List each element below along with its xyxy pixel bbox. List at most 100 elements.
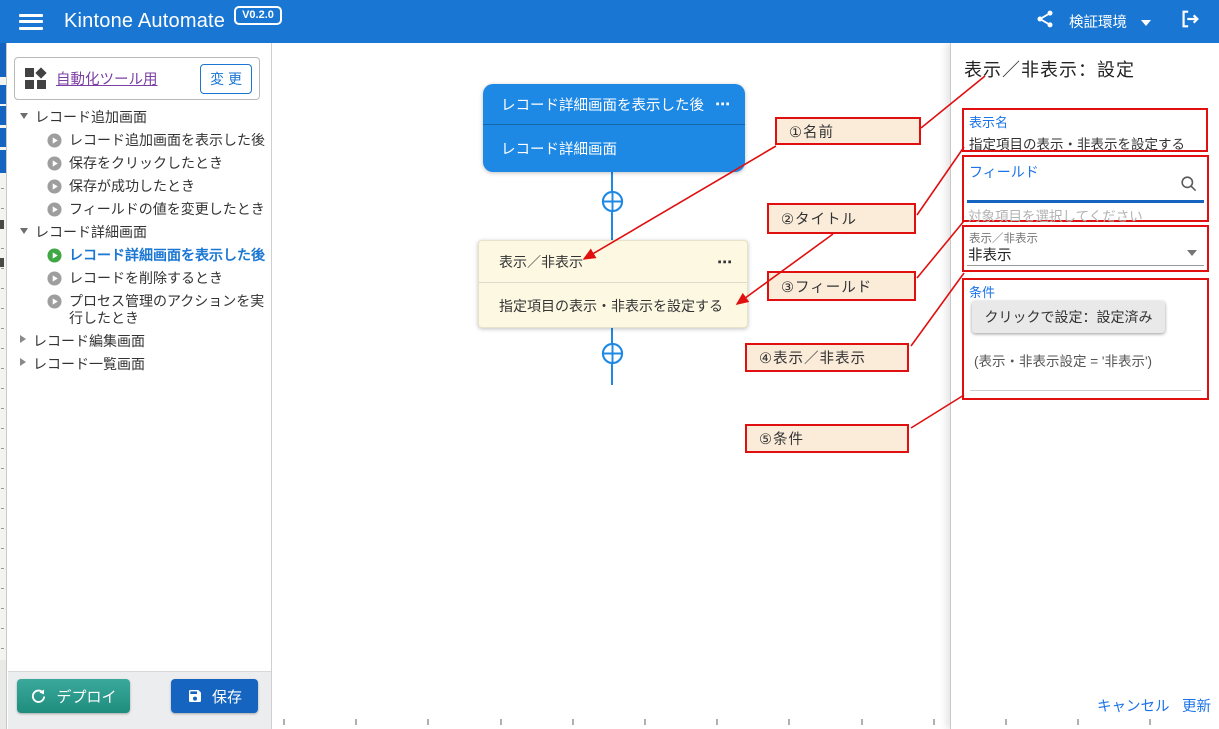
play-circle-icon — [47, 271, 62, 286]
version-badge: V0.2.0 — [234, 6, 282, 25]
triangle-right-icon[interactable] — [20, 335, 26, 343]
condition-summary: (表示・非表示設定 = '非表示') — [974, 350, 1152, 370]
ruler-tick — [644, 719, 646, 725]
more-options-icon[interactable]: ⋯ — [717, 253, 733, 271]
share-icon[interactable] — [1035, 9, 1055, 34]
play-circle-icon — [47, 156, 62, 171]
change-app-button[interactable]: 変 更 — [200, 64, 252, 94]
tree-item-label: プロセス管理のアクションを実行したとき — [69, 293, 266, 327]
tree-event-item[interactable]: フィールドの値を変更したとき — [14, 198, 266, 221]
app-link[interactable]: 自動化ツール用 — [56, 68, 158, 89]
tree-event-item[interactable]: レコード詳細画面を表示した後 — [14, 244, 266, 267]
condition-annotation-box: 条件 クリックで設定：設定済み (表示・非表示設定 = '非表示') — [962, 278, 1209, 400]
action-node-subtitle: 指定項目の表示・非表示を設定する — [479, 283, 747, 329]
save-icon — [187, 688, 203, 704]
tree-event-item[interactable]: 保存が成功したとき — [14, 175, 266, 198]
tree-event-item[interactable]: レコードを削除するとき — [14, 267, 266, 290]
ruler-tick — [427, 719, 429, 725]
ruler-tick — [1149, 719, 1151, 725]
update-link[interactable]: 更新 — [1182, 695, 1211, 716]
visibility-select[interactable]: 非表示 — [968, 244, 1012, 265]
select-underline — [967, 265, 1204, 266]
kintone-automate-window: Kintone Automate V0.2.0 検証環境 自動化ツール用 変 更… — [0, 0, 1219, 729]
add-step-button[interactable] — [601, 342, 624, 365]
tree-item-label: レコード詳細画面を表示した後 — [69, 247, 265, 264]
condition-label: 条件 — [969, 282, 995, 301]
tree-group[interactable]: レコード一覧画面 — [14, 353, 266, 376]
tree-group[interactable]: レコード編集画面 — [14, 330, 266, 353]
tree-item-label: レコードを削除するとき — [69, 270, 223, 287]
ruler-tick — [572, 719, 574, 725]
tree-event-item[interactable]: プロセス管理のアクションを実行したとき — [14, 290, 266, 330]
select-caret-icon[interactable] — [1187, 250, 1197, 256]
ruler-tick — [788, 719, 790, 725]
tree-item-label: レコード詳細画面 — [35, 224, 147, 241]
annotation-box: ①名前 — [775, 117, 921, 145]
tree-group[interactable]: レコード追加画面 — [14, 106, 266, 129]
search-icon[interactable] — [1179, 174, 1198, 198]
triangle-down-icon[interactable] — [20, 113, 28, 119]
ruler-tick — [500, 719, 502, 725]
tree-item-label: レコード追加画面を表示した後 — [69, 132, 265, 149]
top-bar: Kintone Automate V0.2.0 検証環境 — [0, 0, 1219, 43]
visibility-annotation-box: 表示／非表示 非表示 — [962, 225, 1209, 272]
trigger-node-subtitle: レコード詳細画面 — [483, 125, 745, 172]
add-step-button[interactable] — [601, 190, 624, 213]
annotation-box: ②タイトル — [767, 203, 916, 234]
annotation-box: ⑤条件 — [745, 424, 909, 453]
save-button[interactable]: 保存 — [171, 679, 258, 713]
left-edge-minimap — [0, 43, 7, 729]
ruler-tick — [355, 719, 357, 725]
tree-item-label: レコード追加画面 — [35, 109, 147, 126]
more-options-icon[interactable]: ⋯ — [715, 95, 731, 113]
hamburger-menu-icon[interactable] — [19, 14, 43, 30]
tree-item-label: フィールドの値を変更したとき — [69, 201, 265, 218]
field-input[interactable] — [967, 200, 1204, 203]
environment-selector[interactable]: 検証環境 — [1069, 11, 1127, 32]
ruler-tick — [1005, 719, 1007, 725]
settings-panel: 表示／非表示：設定 表示名 指定項目の表示・非表示を設定する フィールド 対象項… — [950, 43, 1219, 729]
deploy-button-label: デプロイ — [56, 686, 116, 707]
tree-group[interactable]: レコード詳細画面 — [14, 221, 266, 244]
tree-event-item[interactable]: レコード追加画面を表示した後 — [14, 129, 266, 152]
app-title: Kintone Automate — [64, 10, 225, 33]
field-placeholder: 対象項目を選択してください — [968, 205, 1143, 225]
annotation-box: ③フィールド — [767, 271, 916, 301]
cancel-link[interactable]: キャンセル — [1097, 695, 1170, 716]
save-button-label: 保存 — [212, 686, 242, 707]
app-icon — [25, 68, 47, 90]
ruler-tick — [861, 719, 863, 725]
trigger-node[interactable]: レコード詳細画面を表示した後 ⋯ レコード詳細画面 — [483, 84, 745, 172]
display-name-annotation-box: 表示名 指定項目の表示・非表示を設定する — [962, 108, 1208, 152]
sidebar: 自動化ツール用 変 更 レコード追加画面レコード追加画面を表示した後保存をクリッ… — [8, 43, 272, 729]
display-name-label: 表示名 — [969, 112, 1201, 131]
tree-item-label: レコード編集画面 — [33, 333, 145, 350]
divider — [970, 390, 1201, 391]
triangle-down-icon[interactable] — [20, 228, 28, 234]
ruler-tick — [1077, 719, 1079, 725]
triangle-right-icon[interactable] — [20, 358, 26, 366]
tree-item-label: 保存をクリックしたとき — [69, 155, 223, 172]
field-annotation-box: フィールド 対象項目を選択してください — [962, 155, 1209, 222]
sidebar-footer: デプロイ 保存 — [8, 671, 271, 729]
app-selector-box: 自動化ツール用 変 更 — [14, 57, 260, 100]
action-node-title: 表示／非表示 — [499, 252, 583, 272]
play-circle-icon — [47, 133, 62, 148]
panel-title: 表示／非表示：設定 — [964, 56, 1135, 82]
play-circle-icon — [47, 294, 62, 309]
tree-item-label: レコード一覧画面 — [33, 356, 145, 373]
action-node[interactable]: 表示／非表示 ⋯ 指定項目の表示・非表示を設定する — [478, 240, 748, 328]
logout-icon[interactable] — [1179, 8, 1201, 35]
tree-event-item[interactable]: 保存をクリックしたとき — [14, 152, 266, 175]
event-tree: レコード追加画面レコード追加画面を表示した後保存をクリックしたとき保存が成功した… — [14, 106, 266, 376]
deploy-button[interactable]: デプロイ — [17, 679, 130, 713]
tree-item-label: 保存が成功したとき — [69, 178, 195, 195]
caret-down-icon[interactable] — [1141, 20, 1151, 26]
display-name-value[interactable]: 指定項目の表示・非表示を設定する — [969, 133, 1201, 153]
condition-set-button[interactable]: クリックで設定：設定済み — [972, 301, 1165, 333]
ruler-tick — [933, 719, 935, 725]
trigger-node-title: レコード詳細画面を表示した後 — [501, 94, 704, 115]
play-circle-icon-active — [47, 248, 62, 263]
annotation-box: ④表示／非表示 — [745, 343, 909, 372]
ruler-tick — [716, 719, 718, 725]
